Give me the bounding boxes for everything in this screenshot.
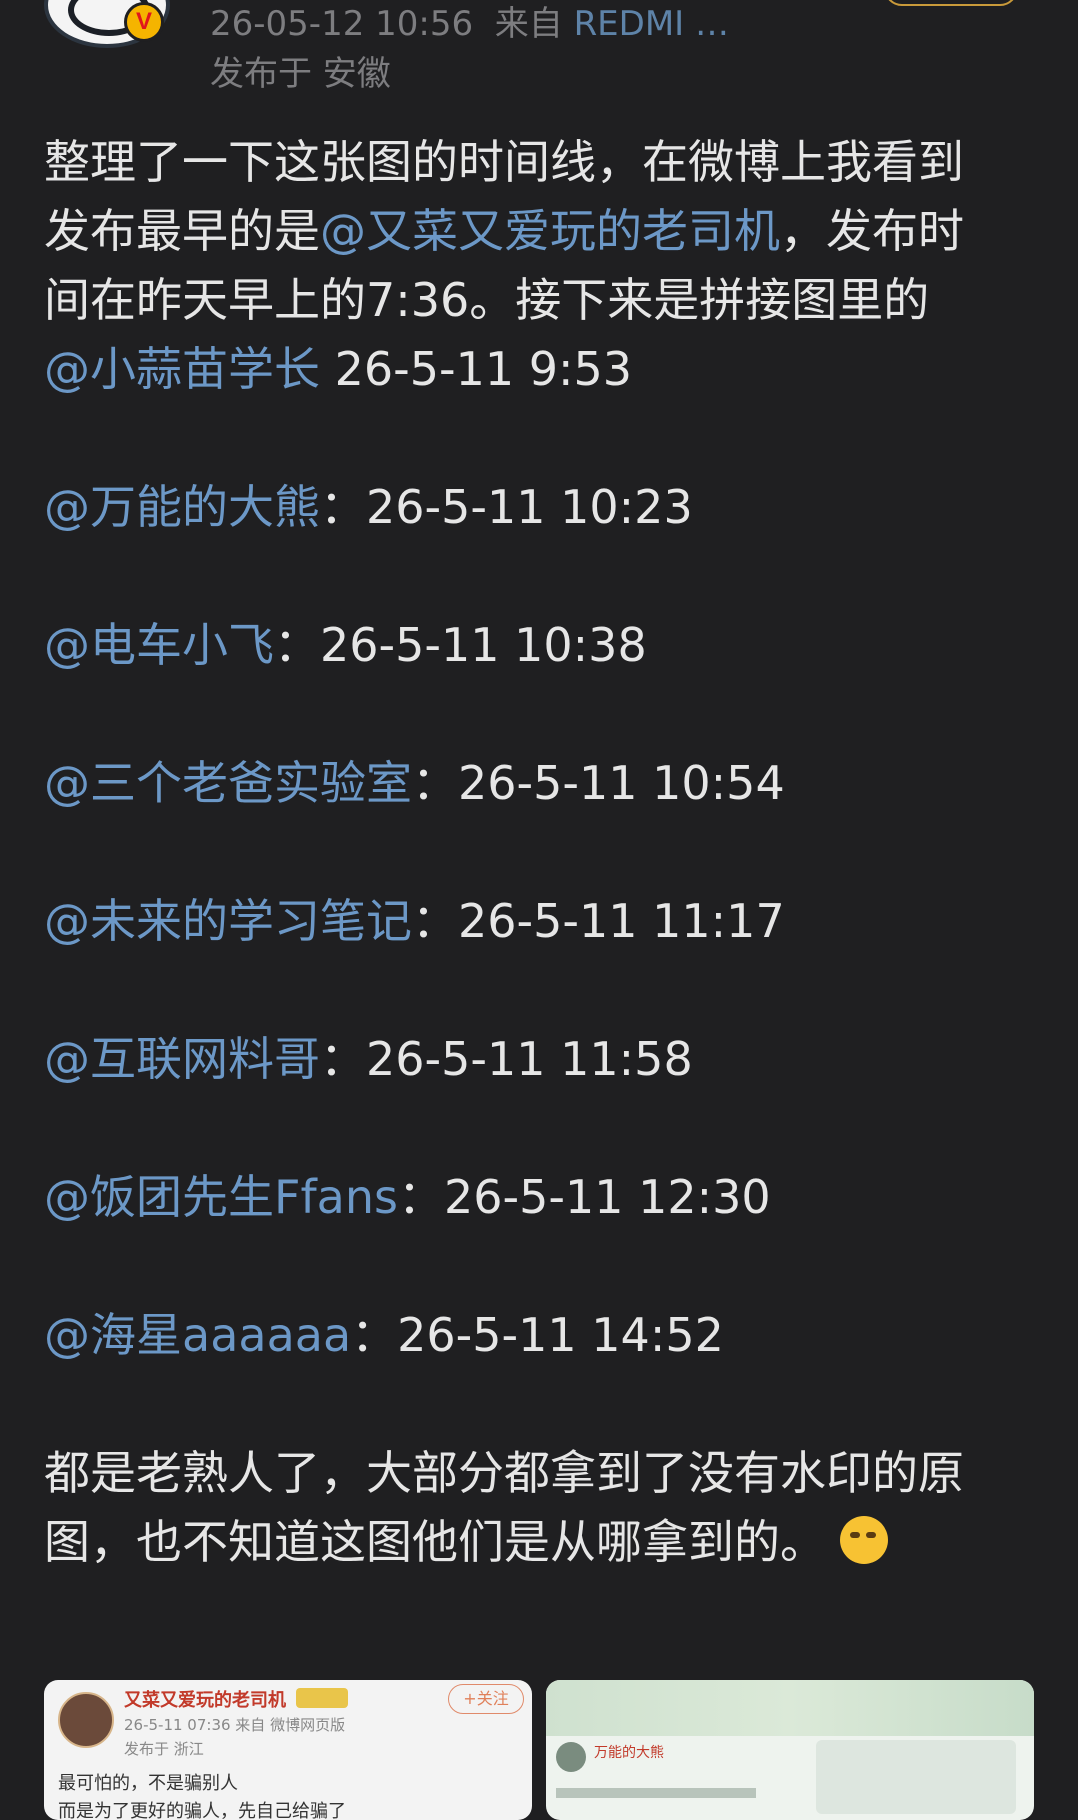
image-thumbnail[interactable]: 万能的大熊 xyxy=(546,1680,1034,1820)
mention-link[interactable]: @未来的学习笔记 xyxy=(44,894,412,948)
timeline-time: 26-5-11 10:54 xyxy=(458,756,785,810)
thumbnail-avatar xyxy=(556,1742,586,1772)
mention-link[interactable]: @互联网料哥 xyxy=(44,1032,320,1086)
thumbnail-author: 又菜又爱玩的老司机 xyxy=(124,1690,286,1711)
timeline-entry: @未来的学习笔记：26-5-11 11:17 xyxy=(44,887,1004,956)
mention-link[interactable]: @又菜又爱玩的老司机 xyxy=(320,204,780,258)
timeline-time: 26-5-11 14:52 xyxy=(397,1308,724,1362)
intro-paragraph: 整理了一下这张图的时间线，在微博上我看到发布最早的是@又菜又爱玩的老司机，发布时… xyxy=(44,128,1004,335)
crown-badge-icon xyxy=(296,1688,348,1708)
separator xyxy=(320,342,335,396)
thumbnail-author: 万能的大熊 xyxy=(594,1745,664,1761)
separator: ： xyxy=(412,894,458,948)
mention-link[interactable]: @电车小飞 xyxy=(44,618,274,672)
timeline-time: 26-5-11 12:30 xyxy=(443,1170,771,1224)
separator: ： xyxy=(397,1170,444,1224)
separator: ： xyxy=(320,480,366,534)
thumbnail-avatar xyxy=(58,1692,114,1748)
timeline-entry: @电车小飞：26-5-11 10:38 xyxy=(44,611,1004,680)
image-thumbnail[interactable]: 又菜又爱玩的老司机 +关注 26-5-11 07:36 来自 微博网页版 发布于… xyxy=(44,1680,532,1820)
post-location: 发布于 安徽 xyxy=(210,54,391,94)
separator: ： xyxy=(274,618,320,672)
verified-badge-icon: V xyxy=(124,2,164,42)
post-source-link[interactable]: REDMI … xyxy=(574,4,729,44)
thumbnail-text-line: 最可怕的，不是骗别人 xyxy=(58,1773,238,1794)
timeline-entry: @万能的大熊：26-5-11 10:23 xyxy=(44,473,1004,542)
thumbnail-banner xyxy=(546,1680,1034,1736)
timeline-list: @小蒜苗学长 26-5-11 9:53 @万能的大熊：26-5-11 10:23 @… xyxy=(44,335,1004,1370)
follow-button[interactable] xyxy=(884,0,1018,6)
timeline-entry: @互联网料哥：26-5-11 11:58 xyxy=(44,1025,1004,1094)
timeline-entry: @海星aaaaaa：26-5-11 14:52 xyxy=(44,1301,1004,1370)
post-content: 整理了一下这张图的时间线，在微博上我看到发布最早的是@又菜又爱玩的老司机，发布时… xyxy=(44,128,1004,1577)
mention-link[interactable]: @万能的大熊 xyxy=(44,480,320,534)
timeline-time: 26-5-11 10:23 xyxy=(366,480,693,534)
post-timestamp: 26-05-12 10:56 xyxy=(210,4,474,44)
mention-link[interactable]: @海星aaaaaa xyxy=(44,1308,351,1362)
timeline-entry: @饭团先生Ffans：26-5-11 12:30 xyxy=(44,1163,1004,1232)
timeline-time: 26-5-11 10:38 xyxy=(320,618,647,672)
post-meta: 26-05-12 10:56 来自 REDMI … xyxy=(210,0,729,45)
thumbnail-image-grid xyxy=(816,1740,1016,1814)
timeline-entry: @三个老爸实验室：26-5-11 10:54 xyxy=(44,749,1004,818)
source-prefix: 来自 xyxy=(494,4,563,44)
timeline-time: 26-5-11 9:53 xyxy=(334,342,633,396)
mention-link[interactable]: @饭团先生Ffans xyxy=(44,1170,398,1224)
closing-paragraph: 都是老熟人了，大部分都拿到了没有水印的原图，也不知道这图他们是从哪拿到的。 xyxy=(44,1439,1004,1577)
mention-link[interactable]: @三个老爸实验室 xyxy=(44,756,412,810)
mention-link[interactable]: @小蒜苗学长 xyxy=(44,342,320,396)
thumbnail-text-line: 而是为了更好的骗人，先自己给骗了 xyxy=(58,1801,346,1820)
separator: ： xyxy=(351,1308,398,1362)
thumbnail-location: 发布于 浙江 xyxy=(124,1740,204,1758)
separator: ： xyxy=(320,1032,366,1086)
separator: ： xyxy=(412,756,458,810)
thinking-emoji-icon xyxy=(840,1516,888,1564)
closing-text: 都是老熟人了，大部分都拿到了没有水印的原图，也不知道这图他们是从哪拿到的。 xyxy=(44,1446,964,1569)
timeline-time: 26-5-11 11:17 xyxy=(458,894,785,948)
timeline-time: 26-5-11 11:58 xyxy=(366,1032,693,1086)
thumbnail-follow: +关注 xyxy=(448,1684,524,1714)
timeline-entry: @小蒜苗学长 26-5-11 9:53 xyxy=(44,335,1004,404)
thumbnail-text-line xyxy=(556,1788,756,1798)
thumbnail-meta: 26-5-11 07:36 来自 微博网页版 xyxy=(124,1716,346,1734)
